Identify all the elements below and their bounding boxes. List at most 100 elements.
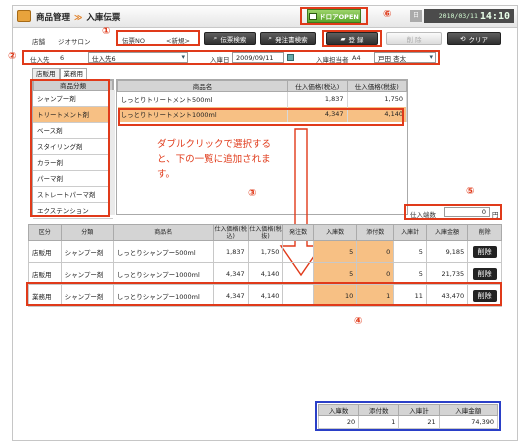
detail-col-header: 削除 [467, 224, 502, 241]
detail-col-header: 入庫金額 [425, 224, 469, 241]
date-input[interactable]: 2009/09/11 [232, 52, 284, 63]
clear-button[interactable]: ⟲ クリア [447, 32, 501, 45]
detail-col-header: 発注数 [282, 224, 314, 241]
clock-time: 14:10 [479, 10, 510, 22]
clear-label: クリア [468, 35, 488, 44]
detail-cell-bunrui: シャンプー剤 [60, 240, 114, 263]
store-label: 店舗 [32, 38, 45, 46]
instruction-text: ダブルクリックで選択すると、下の一覧に追加されます。 [157, 139, 272, 180]
product-col-price-excl: 仕入価格(税抜) [346, 80, 407, 92]
summary-col-header: 入庫数 [317, 404, 360, 416]
detail-col-header: 仕入価格(税込) [212, 224, 249, 241]
marker-5: ⑤ [466, 186, 475, 197]
order-search-label: 発注書検索 [275, 35, 308, 44]
product-cell-name: しっとりトリートメント500ml [117, 91, 288, 107]
tab-store-use[interactable]: 店販用 [32, 68, 60, 79]
search-icon: ⌕ [213, 34, 218, 42]
summary-value: 74,390 [438, 415, 499, 429]
search-icon: ⌕ [268, 34, 273, 42]
slip-search-button[interactable]: ⌕ 伝票検索 [204, 32, 256, 45]
register-button[interactable]: ▰ 登 録 [326, 32, 378, 45]
marker-1: ① [102, 26, 111, 37]
detail-col-header: 入庫計 [393, 224, 427, 241]
supplier-select[interactable]: 仕入先6 [88, 52, 188, 63]
product-col-name: 商品名 [117, 80, 288, 92]
summary-value: 21 [398, 415, 440, 429]
product-cell-price-incl: 1,837 [287, 91, 348, 107]
detail-cell-name: しっとりシャンプー500ml [112, 240, 214, 263]
highlight-product-row [118, 108, 404, 126]
rounding-input[interactable]: 0 [444, 207, 490, 217]
date-value: 2009/09/11 [236, 53, 274, 62]
tab-business-use[interactable]: 業務用 [59, 68, 87, 79]
detail-cell-kubun: 店販用 [28, 240, 62, 263]
highlight-drawer [300, 7, 368, 25]
detail-cell-order [282, 240, 314, 263]
clock-date: 2010/03/11 [438, 12, 478, 20]
staff-select[interactable]: 戸田 杏太 [374, 52, 436, 63]
delete-slip-label: 削 除 [406, 35, 422, 44]
store-value: ジオサロン [58, 38, 91, 46]
register-app-icon [17, 10, 31, 22]
summary-panel: 入庫数 添付数 入庫計 入庫金額 20 1 21 74,390 [317, 404, 499, 429]
rounding-label: 仕入端数 [410, 211, 436, 219]
staff-code: A4 [352, 54, 361, 62]
summary-value: 1 [358, 415, 400, 429]
detail-col-header: 商品名 [112, 224, 214, 241]
detail-cell-extra[interactable]: 0 [356, 240, 395, 263]
highlight-detail-row [26, 282, 502, 306]
date-label: 入庫日 [210, 56, 230, 64]
detail-cell-qty[interactable]: 5 [312, 240, 358, 263]
detail-row[interactable]: 店販用 シャンプー剤 しっとりシャンプー500ml 1,837 1,750 5 0 5 9,18… [28, 240, 502, 263]
delete-slip-button[interactable]: 削 除 [386, 32, 442, 45]
detail-cell-p_excl: 1,750 [247, 240, 284, 263]
marker-6: ⑥ [383, 9, 392, 20]
detail-col-header: 入庫数 [312, 224, 358, 241]
summary-table: 入庫数 添付数 入庫計 入庫金額 20 1 21 74,390 [317, 404, 499, 429]
calendar-icon[interactable] [287, 54, 294, 61]
highlight-category [30, 79, 110, 217]
detail-col-header: 区分 [28, 224, 62, 241]
app-title: 商品管理 [36, 13, 71, 23]
slip-no-label: 伝票NO [122, 37, 145, 45]
rounding-value: 0 [481, 208, 486, 216]
clock-display: 2010/03/11 14:10 [424, 9, 514, 23]
screen-title: 入庫伝票 [86, 13, 121, 23]
detail-cell-p_incl: 1,837 [212, 240, 249, 263]
marker-3: ③ [248, 188, 257, 199]
staff-label: 入庫担当者 [316, 56, 349, 64]
detail-cell-delete: 削除 [467, 240, 502, 263]
clear-icon: ⟲ [460, 34, 466, 43]
order-search-button[interactable]: ⌕ 発注書検索 [260, 32, 316, 45]
marker-4: ④ [354, 316, 363, 327]
rounding-unit: 円 [492, 211, 499, 219]
product-row[interactable]: しっとりトリートメント500ml 1,837 1,750 [117, 91, 407, 107]
product-cell-price-excl: 1,750 [347, 91, 407, 107]
register-label: 登 録 [348, 35, 364, 44]
detail-cell-total: 5 [393, 240, 427, 263]
summary-value: 20 [317, 415, 360, 429]
delete-row-button[interactable]: 削除 [472, 245, 497, 258]
slip-search-label: 伝票検索 [220, 35, 247, 44]
detail-col-header: 仕入価格(税抜) [247, 224, 284, 241]
clock-label: 日 [410, 10, 422, 22]
summary-col-header: 入庫計 [398, 404, 440, 416]
supplier-code: 6 [60, 54, 65, 62]
detail-col-header: 添付数 [356, 224, 395, 241]
product-col-price-incl: 仕入価格(税込) [287, 80, 348, 92]
slip-no-value: <新規> [166, 37, 190, 45]
detail-cell-amount: 9,185 [425, 240, 469, 263]
summary-col-header: 添付数 [358, 404, 400, 416]
supplier-name: 仕入先6 [92, 54, 116, 63]
supplier-label: 仕入先 [30, 56, 50, 64]
window-frame [12, 5, 518, 441]
staff-name: 戸田 杏太 [378, 54, 407, 63]
page-title: 商品管理 ≫ 入庫伝票 [36, 11, 121, 24]
summary-col-header: 入庫金額 [438, 404, 499, 416]
marker-2: ② [8, 51, 17, 62]
register-icon: ▰ [340, 34, 346, 43]
breadcrumb-separator: ≫ [74, 12, 83, 22]
delete-row-button[interactable]: 削除 [472, 267, 497, 280]
category-tabs: 店販用 業務用 [32, 68, 87, 79]
detail-col-header: 分類 [60, 224, 114, 241]
